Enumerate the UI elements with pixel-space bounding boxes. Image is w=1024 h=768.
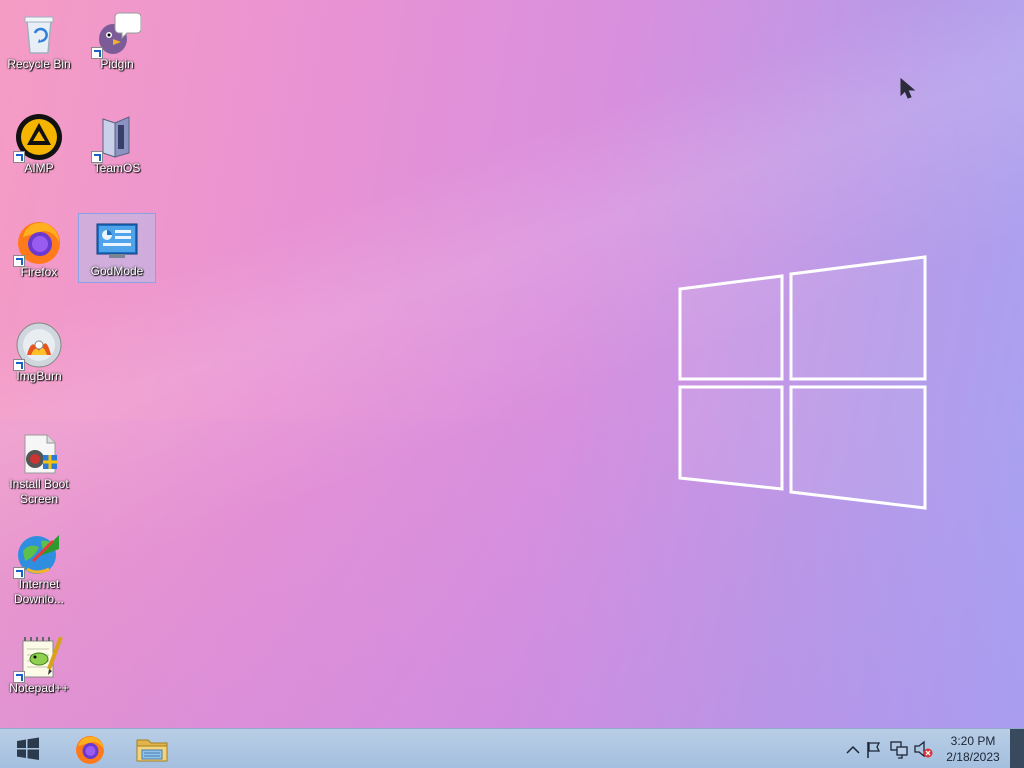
- clock-date: 2/18/2023: [946, 750, 1000, 764]
- desktop-icon-label: Pidgin: [100, 57, 134, 71]
- desktop-icon-firefox[interactable]: Firefox: [0, 214, 78, 284]
- desktop-icon-teamos[interactable]: TeamOS: [78, 110, 156, 180]
- recycle-bin-icon: [15, 9, 63, 57]
- desktop-icon-label: GodMode: [90, 264, 144, 278]
- desktop-icon-install-boot-screen[interactable]: Install Boot Screen: [0, 426, 78, 508]
- flag-icon[interactable]: [864, 729, 884, 768]
- windows-logo-icon: [17, 737, 39, 760]
- wallpaper-windows-logo: [678, 255, 927, 510]
- volume-muted-icon[interactable]: [912, 729, 934, 768]
- shortcut-arrow-icon: [91, 151, 103, 163]
- desktop-icon-label: AIMP: [24, 161, 54, 175]
- desktop-icon-label: Firefox: [20, 265, 58, 279]
- shortcut-arrow-icon: [13, 359, 25, 371]
- internet-download-manager-icon: [13, 529, 63, 579]
- show-desktop-button[interactable]: [1010, 729, 1024, 768]
- notepadpp-icon: [13, 633, 63, 683]
- desktop-icon-godmode[interactable]: GodMode: [78, 213, 156, 283]
- folder-icon: [136, 739, 168, 762]
- desktop-icon-label: TeamOS: [93, 161, 141, 175]
- desktop-icon-imgburn[interactable]: ImgBurn: [0, 318, 78, 388]
- firefox-icon: [76, 736, 104, 764]
- desktop-icon-aimp[interactable]: AIMP: [0, 110, 78, 180]
- firefox-icon: [13, 217, 63, 267]
- desktop-icon-recycle-bin[interactable]: Recycle Bin: [0, 6, 78, 76]
- desktop-icon-label: Recycle Bin: [7, 57, 71, 71]
- desktop-icon-label: Internet Downlo...: [13, 577, 65, 606]
- taskbar-file-explorer[interactable]: [130, 732, 174, 766]
- shortcut-arrow-icon: [13, 671, 25, 683]
- shortcut-arrow-icon: [91, 47, 103, 59]
- network-icon[interactable]: [888, 729, 910, 768]
- install-boot-screen-icon: [15, 429, 63, 477]
- desktop-icon-label: Notepad++: [9, 681, 69, 695]
- godmode-icon: [93, 216, 141, 264]
- shortcut-arrow-icon: [13, 255, 25, 267]
- mouse-cursor-icon: [900, 78, 916, 99]
- desktop-icon-label: Install Boot Screen: [9, 477, 69, 506]
- taskbar-firefox[interactable]: [68, 732, 112, 766]
- shortcut-arrow-icon: [13, 567, 25, 579]
- desktop-icon-pidgin[interactable]: Pidgin: [78, 6, 156, 76]
- desktop[interactable]: Recycle Bin Pidgin AIMP TeamOS Firefox G…: [0, 0, 1024, 728]
- start-button[interactable]: [6, 732, 50, 766]
- aimp-icon: [13, 113, 63, 163]
- imgburn-icon: [13, 321, 63, 371]
- pidgin-icon: [91, 9, 142, 59]
- desktop-icon-internet-download-manager[interactable]: Internet Downlo...: [0, 526, 78, 608]
- teamos-icon: [91, 113, 141, 163]
- chevron-up-icon[interactable]: [844, 729, 862, 768]
- desktop-icon-label: ImgBurn: [16, 369, 62, 383]
- system-clock[interactable]: 3:20 PM 2/18/2023: [938, 733, 1008, 765]
- clock-time: 3:20 PM: [950, 734, 996, 748]
- desktop-icon-notepadpp[interactable]: Notepad++: [0, 630, 78, 700]
- taskbar[interactable]: 3:20 PM 2/18/2023: [0, 728, 1024, 768]
- shortcut-arrow-icon: [13, 151, 25, 163]
